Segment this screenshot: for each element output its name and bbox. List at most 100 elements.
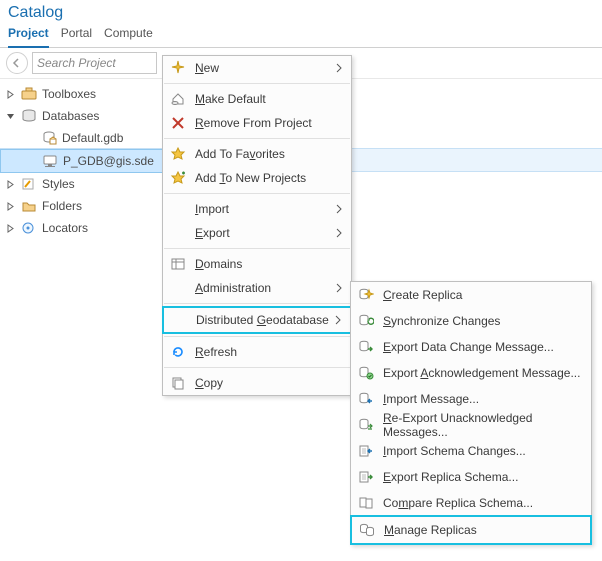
submenu-arrow-icon (334, 315, 344, 325)
menu-item-label: Distributed Geodatabase (196, 313, 334, 327)
toolbox-icon (20, 85, 38, 103)
menu-item-import[interactable]: Import (163, 197, 351, 221)
tree-label: Locators (40, 221, 88, 235)
menu-item-label: Import Schema Changes... (383, 444, 585, 458)
tree-label: Toolboxes (40, 87, 96, 101)
none-icon (169, 224, 187, 242)
tree-label: P_GDB@gis.sde (61, 154, 154, 168)
schema-in-icon (357, 442, 375, 460)
tabs: Project Portal Compute (0, 22, 602, 48)
folder-icon (20, 197, 38, 215)
schema-cmp-icon (357, 494, 375, 512)
tab-compute[interactable]: Compute (104, 22, 153, 47)
menu-item-label: Export Data Change Message... (383, 340, 585, 354)
star-icon (169, 145, 187, 163)
expand-icon[interactable] (6, 180, 18, 189)
db-sync-icon (357, 312, 375, 330)
sparkle-icon (169, 59, 187, 77)
tab-portal[interactable]: Portal (61, 22, 92, 47)
menu-item-label: Add To New Projects (195, 171, 345, 185)
arrow-left-icon (12, 58, 22, 68)
menu-item-add-to-favorites[interactable]: Add To Favorites (163, 142, 351, 166)
menu-item-label: Manage Replicas (384, 523, 584, 537)
menu-item-label: Compare Replica Schema... (383, 496, 585, 510)
collapse-icon[interactable] (6, 112, 18, 121)
home-icon (169, 90, 187, 108)
styles-icon (20, 175, 38, 193)
expand-icon[interactable] (6, 202, 18, 211)
menu-item-refresh[interactable]: Refresh (163, 340, 351, 364)
menu-item-copy[interactable]: Copy (163, 371, 351, 395)
submenu-item-synchronize-changes[interactable]: Synchronize Changes (351, 308, 591, 334)
none-icon (169, 200, 187, 218)
submenu-item-import-message[interactable]: Import Message... (351, 386, 591, 412)
menu-item-make-default[interactable]: Make Default (163, 87, 351, 111)
menu-item-label: Import (195, 202, 335, 216)
tree-item-pgdb-sde[interactable]: P_GDB@gis.sde (0, 149, 164, 173)
expand-icon[interactable] (6, 90, 18, 99)
menu-item-remove-from-project[interactable]: Remove From Project (163, 111, 351, 135)
menu-item-distributed-geodatabase[interactable]: Distributed Geodatabase (162, 306, 352, 334)
tree-label: Default.gdb (60, 131, 123, 145)
remove-icon (169, 114, 187, 132)
menu-item-administration[interactable]: Administration (163, 276, 351, 300)
menu-item-label: Export Replica Schema... (383, 470, 585, 484)
panel-title: Catalog (0, 0, 602, 22)
refresh-icon (169, 343, 187, 361)
tree-label: Databases (40, 109, 99, 123)
manage-icon (358, 521, 376, 539)
tree-label: Folders (40, 199, 82, 213)
tab-project[interactable]: Project (8, 22, 49, 48)
submenu-arrow-icon (335, 63, 345, 73)
menu-item-label: Make Default (195, 92, 345, 106)
menu-item-label: Import Message... (383, 392, 585, 406)
sde-icon (41, 152, 59, 170)
schema-out-icon (357, 468, 375, 486)
db-new-icon (357, 286, 375, 304)
submenu-item-re-export-unacknowledged-messages[interactable]: Re-Export Unacknowledged Messages... (351, 412, 591, 438)
submenu-arrow-icon (335, 204, 345, 214)
menu-item-label: Remove From Project (195, 116, 345, 130)
menu-item-add-to-new-projects[interactable]: Add To New Projects (163, 166, 351, 190)
submenu-item-export-replica-schema[interactable]: Export Replica Schema... (351, 464, 591, 490)
submenu-arrow-icon (335, 228, 345, 238)
menu-item-label: Re-Export Unacknowledged Messages... (383, 411, 585, 439)
none-icon (169, 279, 187, 297)
submenu-item-manage-replicas[interactable]: Manage Replicas (350, 515, 592, 545)
gdb-icon (40, 129, 58, 147)
expand-icon[interactable] (6, 224, 18, 233)
search-input[interactable]: Search Project (32, 52, 157, 74)
menu-item-label: New (195, 61, 335, 75)
menu-item-label: Domains (195, 257, 345, 271)
menu-item-label: Copy (195, 376, 345, 390)
tree-label: Styles (40, 177, 75, 191)
context-menu: New Make Default Remove From Project Add To… (162, 55, 352, 396)
menu-item-domains[interactable]: Domains (163, 252, 351, 276)
distributed-geodatabase-submenu: Create Replica Synchronize Changes Export … (350, 281, 592, 545)
submenu-item-import-schema-changes[interactable]: Import Schema Changes... (351, 438, 591, 464)
menu-item-label: Create Replica (383, 288, 585, 302)
submenu-item-export-acknowledgement-message[interactable]: Export Acknowledgement Message... (351, 360, 591, 386)
db-out-icon (357, 338, 375, 356)
menu-item-label: Export Acknowledgement Message... (383, 366, 585, 380)
none-icon (170, 311, 188, 329)
database-icon (20, 107, 38, 125)
menu-item-label: Synchronize Changes (383, 314, 585, 328)
submenu-item-create-replica[interactable]: Create Replica (351, 282, 591, 308)
submenu-arrow-icon (335, 283, 345, 293)
submenu-item-export-data-change-message[interactable]: Export Data Change Message... (351, 334, 591, 360)
menu-item-export[interactable]: Export (163, 221, 351, 245)
menu-item-label: Add To Favorites (195, 147, 345, 161)
star-plus-icon (169, 169, 187, 187)
db-in-icon (357, 390, 375, 408)
search-placeholder: Search Project (37, 56, 116, 70)
db-ack-icon (357, 364, 375, 382)
menu-item-label: Export (195, 226, 335, 240)
db-re-icon (357, 416, 375, 434)
menu-item-label: Administration (195, 281, 335, 295)
back-button[interactable] (6, 52, 28, 74)
menu-item-new[interactable]: New (163, 56, 351, 80)
submenu-item-compare-replica-schema[interactable]: Compare Replica Schema... (351, 490, 591, 516)
domains-icon (169, 255, 187, 273)
copy-icon (169, 374, 187, 392)
